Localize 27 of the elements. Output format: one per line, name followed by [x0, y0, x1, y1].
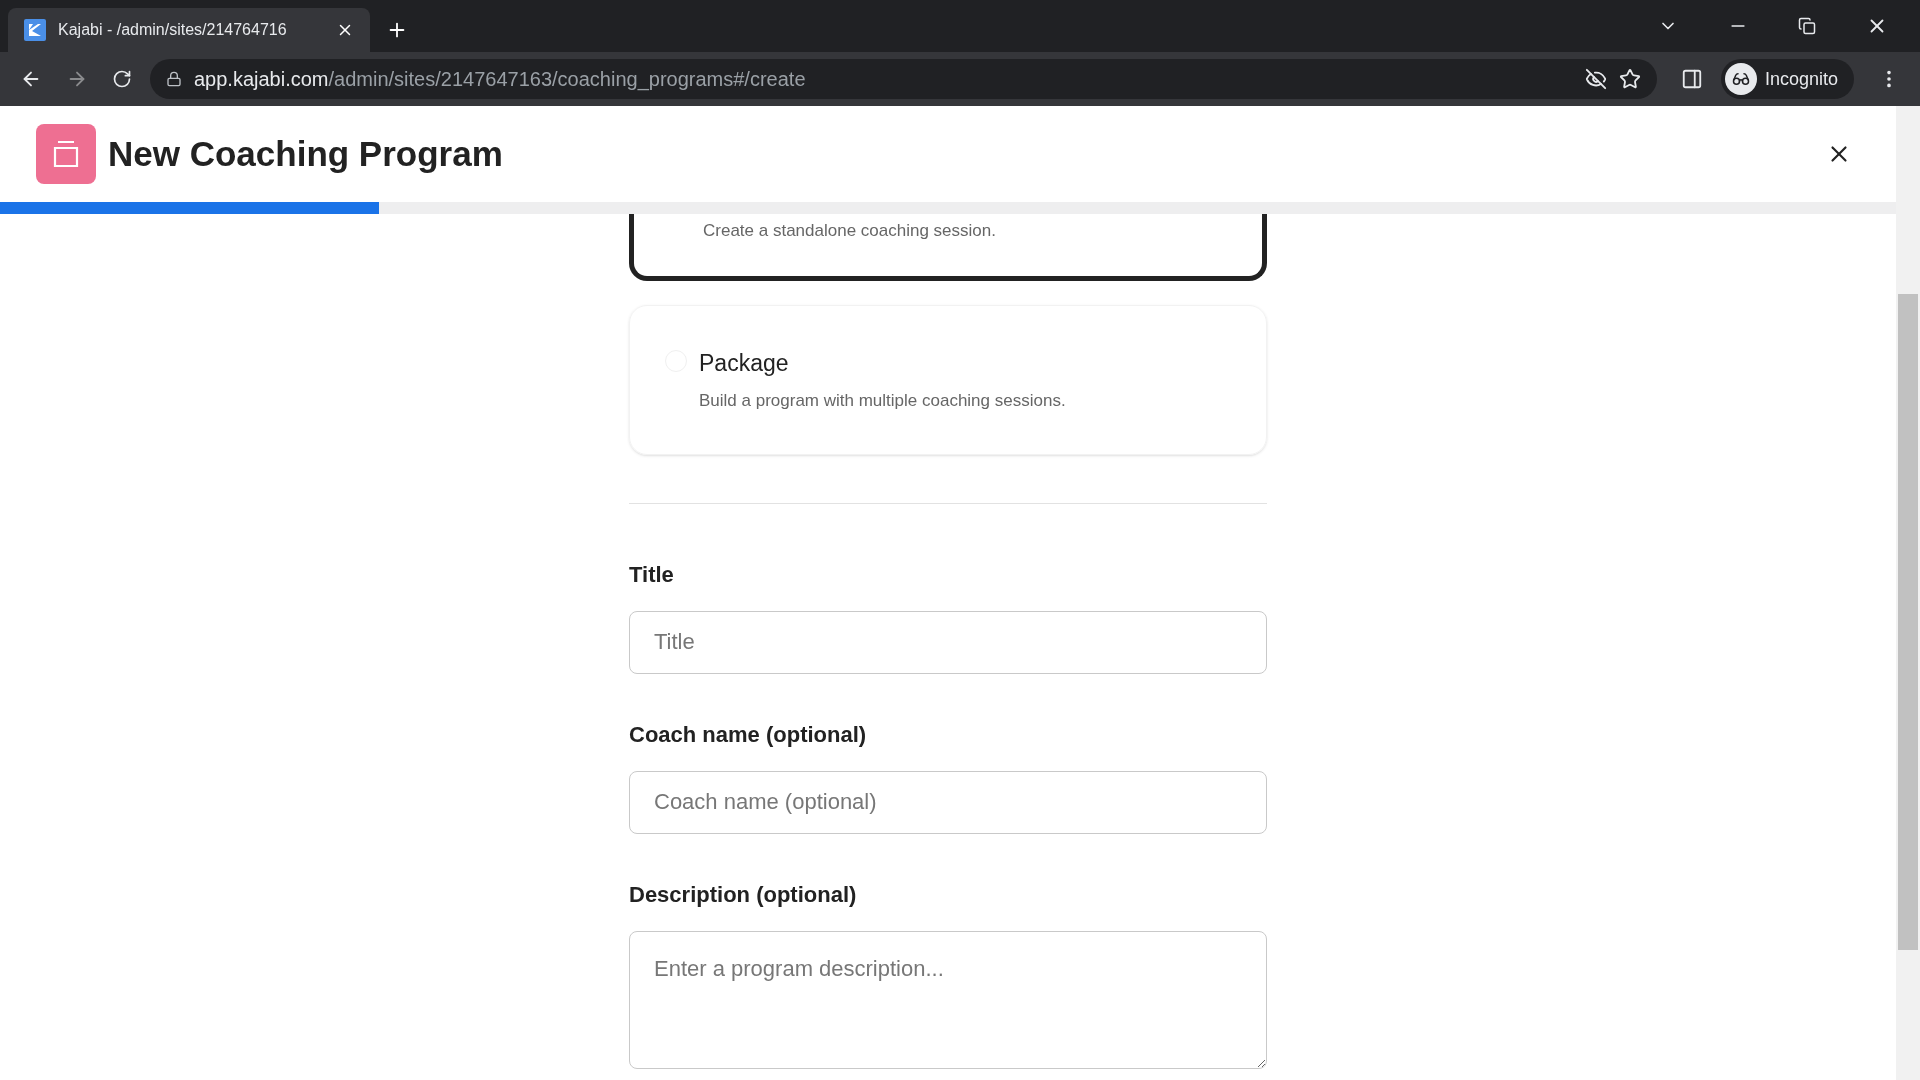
text-field[interactable]: Title — [629, 610, 1267, 674]
lock-icon — [166, 71, 182, 87]
option-description: Build a program with multiple coaching sessions. — [699, 390, 1066, 412]
address-bar[interactable]: app.kajabi.com/admin/sites/2147647163/coaching_programs#/create — [150, 59, 1657, 99]
reload-icon[interactable] — [112, 69, 132, 89]
field-label: Coach name (optional) — [629, 720, 868, 749]
field-label: Description (optional) — [629, 880, 858, 909]
option-card[interactable]: Package Build a program with multiple coaching sessions. — [629, 304, 1267, 455]
incognito-icon — [1724, 63, 1757, 95]
scrollbar[interactable] — [1896, 106, 1920, 1080]
restore-icon[interactable] — [1798, 17, 1816, 35]
tab-title: Kajabi - /admin/sites/214764716 — [58, 20, 288, 40]
option-card[interactable]: Create a standalone coaching session. — [629, 214, 1267, 281]
bookmark-star-icon[interactable] — [1618, 68, 1641, 90]
profile-button[interactable]: Incognito — [1720, 59, 1854, 99]
url-text: app.kajabi.com/admin/sites/2147647163/coaching_programs#/create — [194, 67, 807, 93]
app-logo-icon — [24, 19, 46, 41]
browser-tab[interactable]: Kajabi - /admin/sites/214764716 — [8, 8, 370, 52]
field-label: Title — [629, 560, 675, 589]
description-field[interactable]: Enter a program description... — [629, 930, 1267, 1069]
eye-off-icon[interactable] — [1584, 68, 1607, 90]
page-title: New Coaching Program — [108, 132, 504, 175]
option-title: Package — [699, 348, 790, 378]
option-description: Create a standalone coaching session. — [703, 220, 996, 242]
side-panel-icon[interactable] — [1680, 68, 1703, 90]
text-field[interactable]: Coach name (optional) — [629, 770, 1267, 834]
program-logo-icon — [36, 124, 96, 184]
